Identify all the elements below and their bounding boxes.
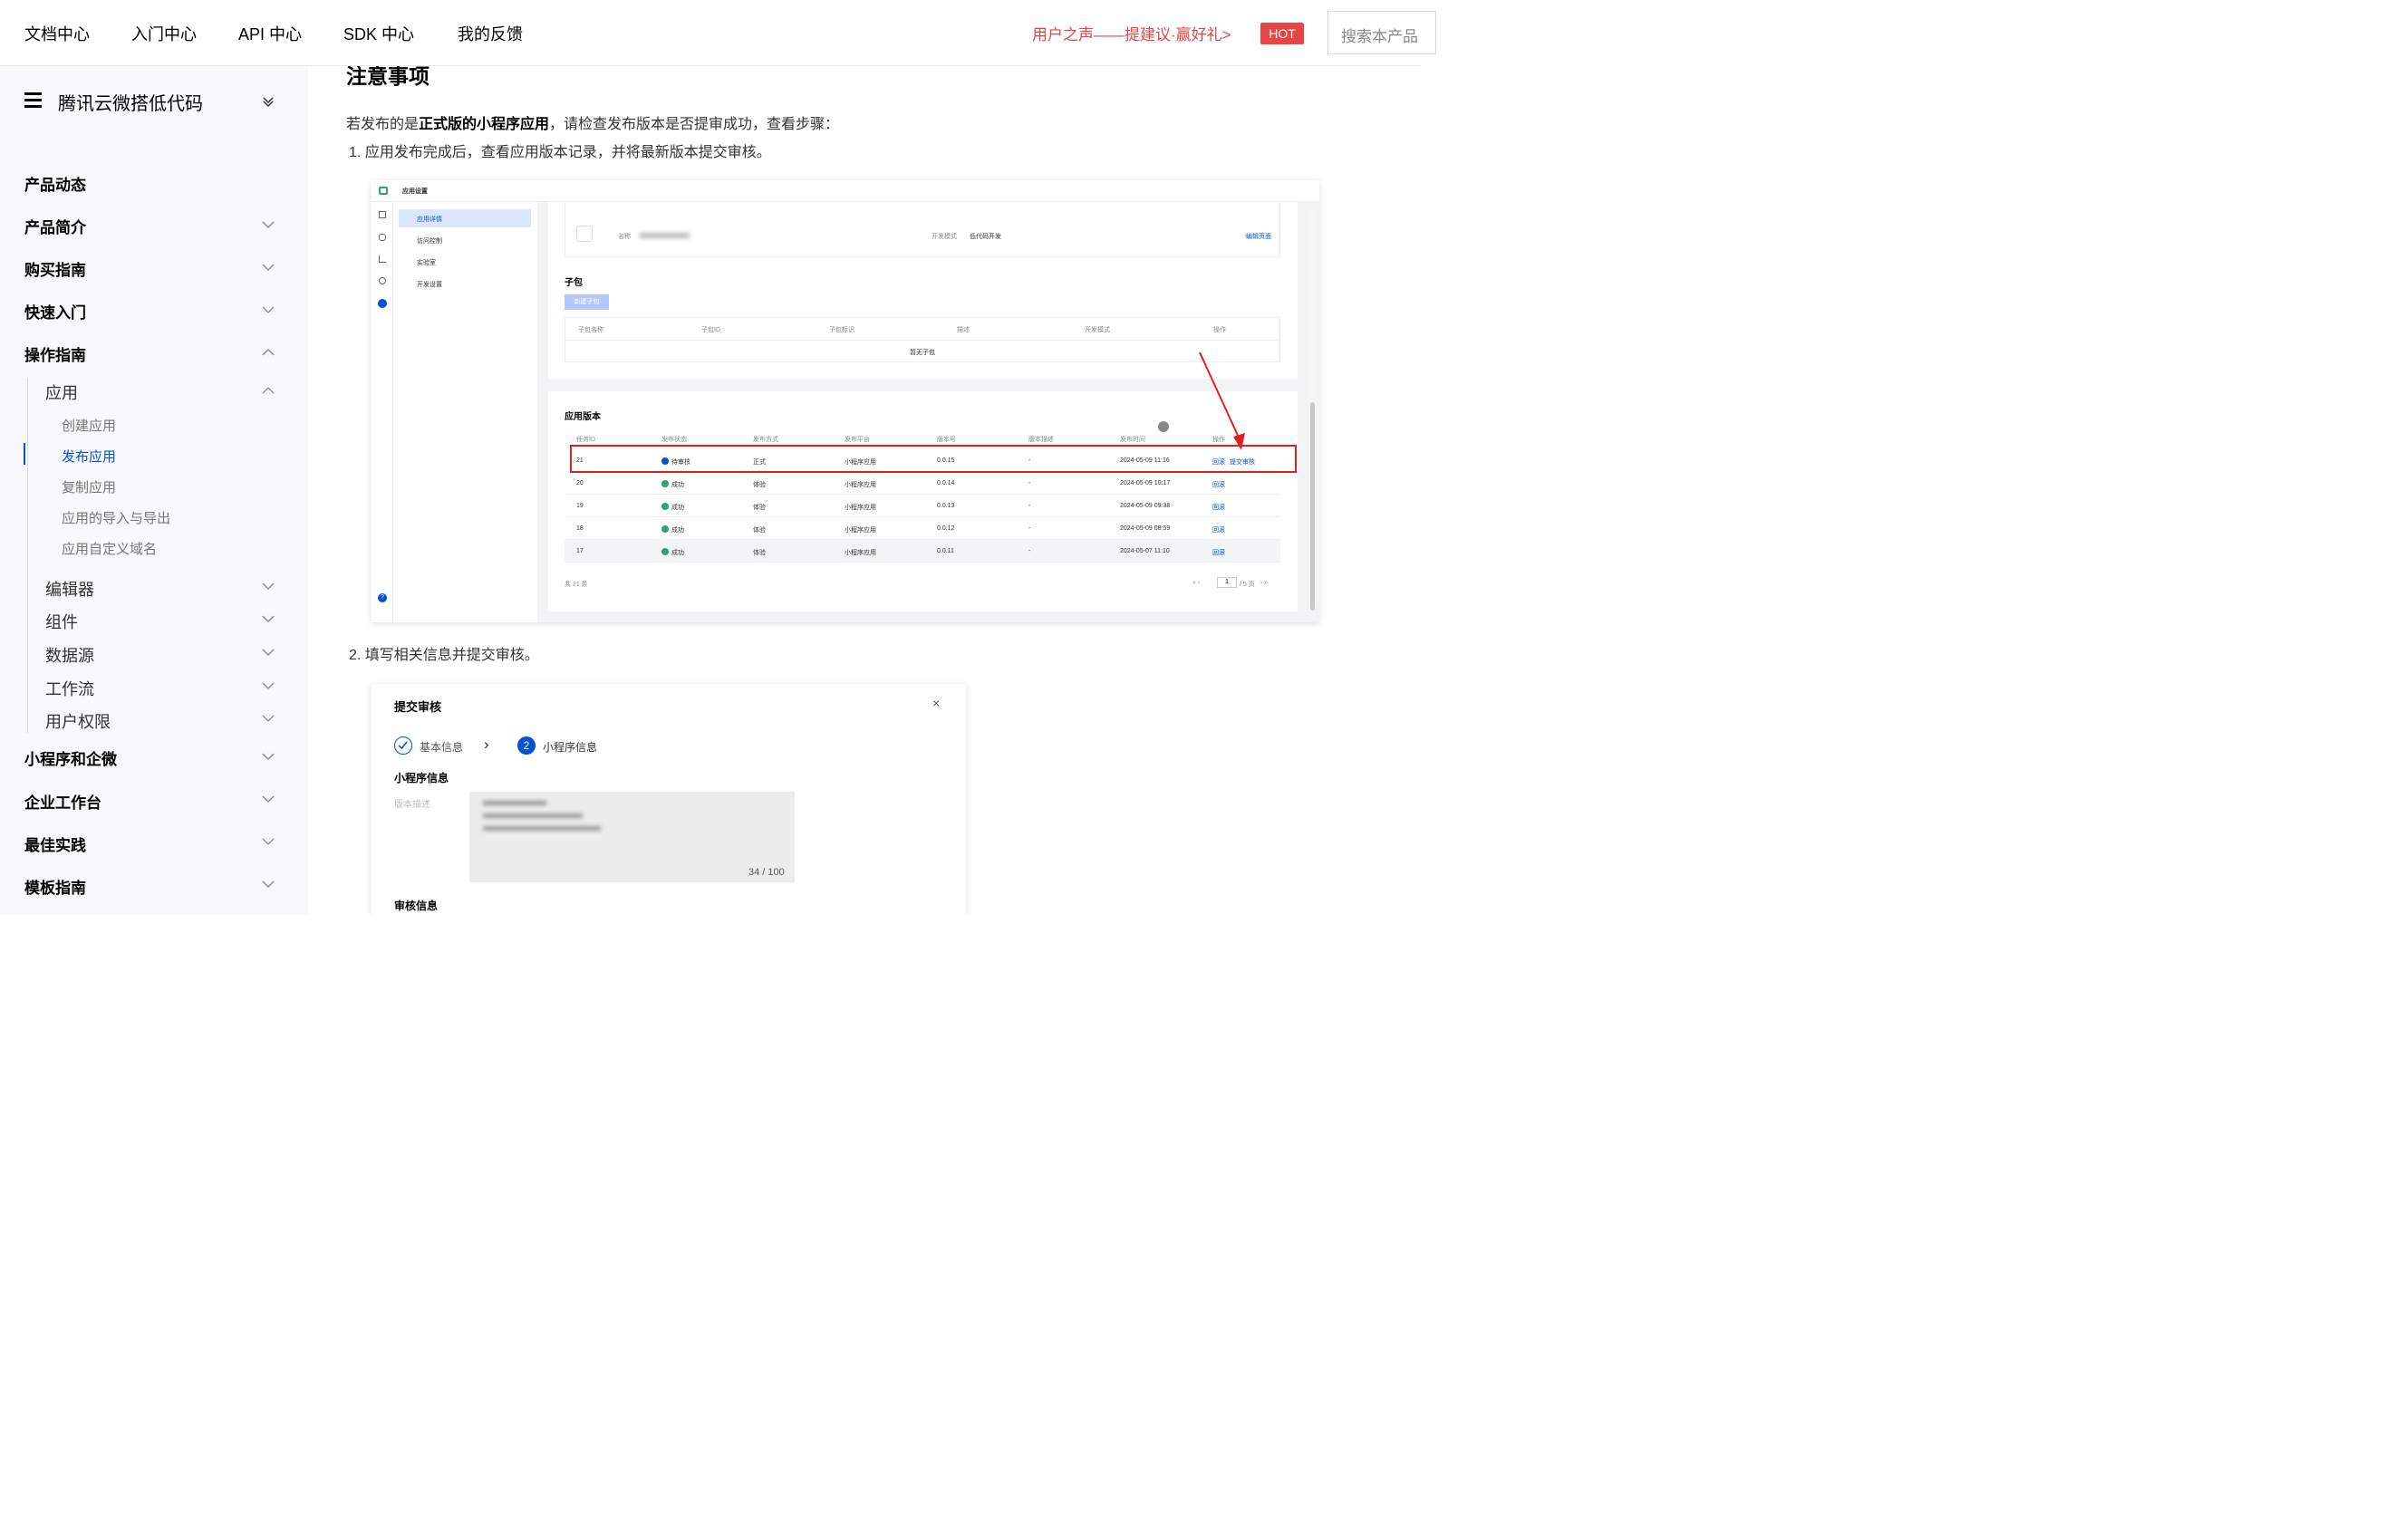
section-miniprogram-info: 小程序信息 [394, 772, 449, 784]
chevron-down-icon[interactable] [262, 835, 275, 848]
sidebar-item-editor[interactable]: 编辑器 [45, 577, 94, 601]
hot-badge: HOT [1260, 23, 1304, 44]
sidebar-item-enterprise-workbench[interactable]: 企业工作台 [24, 790, 101, 813]
nav-sdk[interactable]: SDK 中心 [343, 22, 414, 45]
sidebar-item-product-news[interactable]: 产品动态 [24, 172, 86, 195]
nav-feedback[interactable]: 我的反馈 [458, 22, 523, 45]
version-desc-textarea[interactable]: 34 / 100 [469, 792, 795, 882]
step-done-icon [394, 736, 412, 755]
section-heading: 注意事项 [346, 66, 430, 88]
sidebar-item-import-export[interactable]: 应用的导入与导出 [62, 508, 170, 527]
active-indicator [24, 443, 25, 465]
annotation-arrow [1199, 351, 1245, 450]
chevron-down-icon[interactable] [262, 646, 275, 659]
sidebar-item-copy-app[interactable]: 复制应用 [62, 477, 116, 496]
sidebar-item-quickstart[interactable]: 快速入门 [24, 300, 86, 322]
sidebar-item-publish-app[interactable]: 发布应用 [62, 447, 116, 466]
submit-review-dialog-screenshot: 提交审核 × 基本信息 › 2 小程序信息 小程序信息 版本描述 34 / 10… [372, 684, 966, 914]
chevron-down-icon[interactable] [262, 303, 275, 316]
chevron-down-icon[interactable] [262, 218, 275, 231]
nav-docs[interactable]: 文档中心 [24, 22, 90, 45]
sidebar-item-product-intro[interactable]: 产品简介 [24, 215, 86, 237]
intro-paragraph: 若发布的是正式版的小程序应用，请检查发布版本是否提审成功，查看步骤： [346, 117, 840, 132]
sidebar-item-operation-guide[interactable]: 操作指南 [24, 342, 86, 365]
app-settings-screenshot: 应用设置 ? 应用详情 访问控制 实验室 开发设置 名称 开发模式 低代码开发 … [372, 180, 1319, 622]
chevron-up-icon[interactable] [262, 346, 275, 359]
sidebar-item-custom-domain[interactable]: 应用自定义域名 [62, 539, 157, 558]
sidebar-item-create-app[interactable]: 创建应用 [62, 416, 116, 435]
chevron-down-icon[interactable] [262, 679, 275, 692]
main-content: 注意事项 若发布的是正式版的小程序应用，请检查发布版本是否提审成功，查看步骤： … [308, 66, 1421, 914]
promo-link[interactable]: 用户之声——提建议·赢好礼> [1032, 22, 1231, 44]
chevron-up-icon[interactable] [262, 384, 275, 397]
sidebar-item-template-guide[interactable]: 模板指南 [24, 875, 86, 898]
nav-api[interactable]: API 中心 [238, 22, 302, 45]
sidebar-item-user-permission[interactable]: 用户权限 [45, 709, 111, 733]
sidebar: 腾讯云微搭低代码 产品动态 产品简介 购买指南 快速入门 操作指南 应用 创建应… [0, 66, 308, 914]
sidebar-item-purchase[interactable]: 购买指南 [24, 257, 86, 280]
chevron-down-icon[interactable] [262, 612, 275, 625]
product-title[interactable]: 腾讯云微搭低代码 [58, 89, 203, 115]
sidebar-item-app[interactable]: 应用 [45, 380, 78, 404]
chevron-down-icon[interactable] [262, 580, 275, 592]
chevron-down-icon[interactable] [262, 878, 275, 890]
double-chevron-down-icon[interactable] [262, 95, 275, 108]
step-arrow-icon: › [484, 736, 489, 753]
chevron-down-icon[interactable] [262, 750, 275, 763]
step-2-text: 2. 填写相关信息并提交审核。 [349, 648, 539, 663]
dialog-title: 提交审核 [394, 700, 442, 714]
step-miniprogram-info: 小程序信息 [543, 741, 598, 754]
chevron-down-icon[interactable] [262, 712, 275, 725]
step-number: 2 [517, 736, 536, 755]
sidebar-item-miniprogram[interactable]: 小程序和企微 [24, 746, 117, 769]
top-navigation: 文档中心 入门中心 API 中心 SDK 中心 我的反馈 用户之声——提建议·赢… [0, 0, 1436, 66]
chevron-down-icon[interactable] [262, 793, 275, 805]
chevron-down-icon[interactable] [262, 261, 275, 274]
sidebar-item-workflow[interactable]: 工作流 [45, 677, 94, 700]
close-icon[interactable]: × [932, 696, 940, 710]
sidebar-item-datasource[interactable]: 数据源 [45, 643, 94, 667]
section-review-info: 审核信息 [394, 900, 439, 912]
step-basic-info: 基本信息 [420, 741, 464, 754]
step-1-text: 1. 应用发布完成后，查看应用版本记录，并将最新版本提交审核。 [349, 145, 771, 160]
tree-line [27, 378, 28, 733]
search-input[interactable]: 搜索本产品 [1327, 11, 1436, 54]
nav-getting-started[interactable]: 入门中心 [131, 22, 197, 45]
char-counter: 34 / 100 [748, 867, 785, 878]
sidebar-item-components[interactable]: 组件 [45, 610, 78, 633]
desc-label: 版本描述 [394, 800, 430, 810]
menu-icon[interactable] [24, 92, 42, 108]
sidebar-item-best-practice[interactable]: 最佳实践 [24, 833, 86, 855]
